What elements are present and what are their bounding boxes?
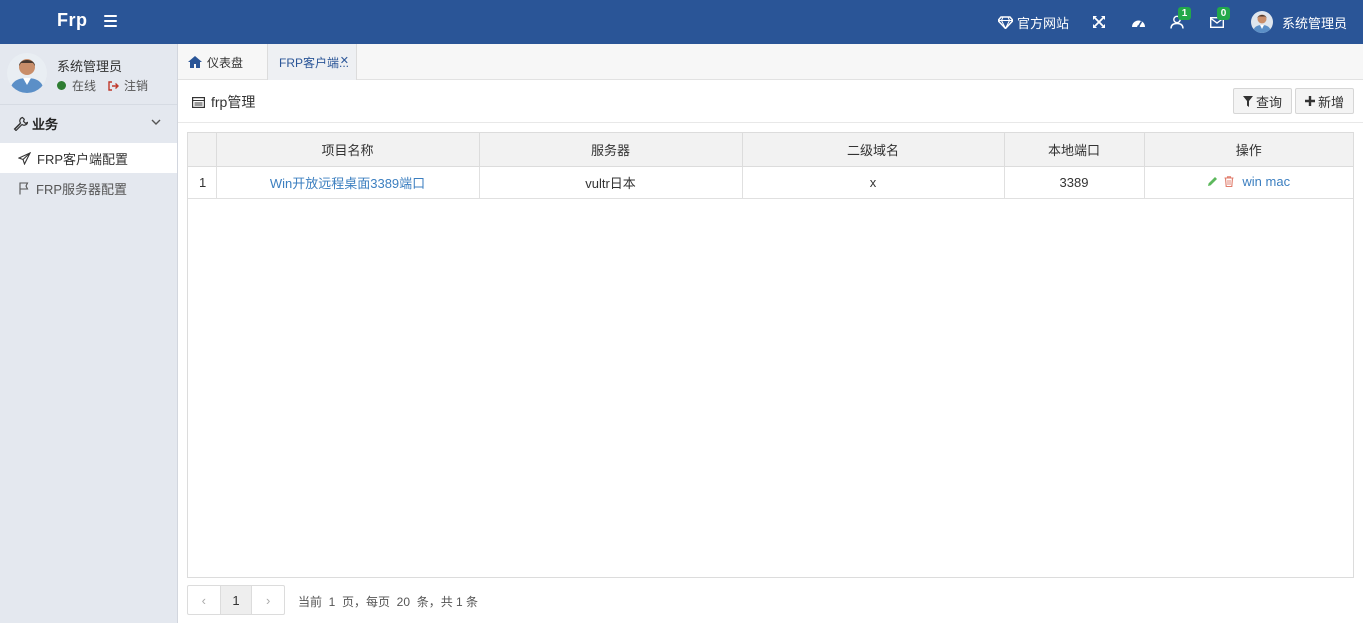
sidebar-item-frp-server[interactable]: FRP服务器配置 — [0, 173, 177, 203]
table-row[interactable]: 1 Win开放远程桌面3389端口 vultr日本 x 3389 win mac — [188, 166, 1353, 199]
tab-bar: 仪表盘 FRP客户端... ✕ — [178, 44, 1363, 80]
official-site-link[interactable]: 官方网站 — [998, 0, 1069, 44]
sidebar-item-label: FRP客户端配置 — [37, 151, 129, 167]
tab-frp-client[interactable]: FRP客户端... ✕ — [267, 44, 357, 80]
menu-toggle-icon[interactable] — [104, 15, 117, 27]
online-status-text: 在线 — [72, 79, 97, 93]
user-status: 在线 注销 — [57, 77, 148, 94]
dashboard-button[interactable] — [1131, 0, 1146, 44]
brand-logo[interactable]: Frp — [57, 10, 88, 31]
home-icon — [188, 56, 202, 68]
user-panel: 系统管理员 在线 注销 — [0, 44, 177, 104]
column-header-local-port[interactable]: 本地端口 — [1004, 133, 1145, 167]
subdomain-cell: x — [742, 166, 1005, 199]
table-header-row: 项目名称 服务器 二级域名 本地端口 操作 — [188, 133, 1353, 167]
fullscreen-button[interactable] — [1093, 0, 1105, 44]
user-menu[interactable]: 系统管理员 — [1251, 0, 1347, 44]
flag-icon — [19, 181, 29, 194]
logout-icon[interactable] — [108, 80, 120, 91]
dashboard-gauge-icon — [1132, 20, 1145, 28]
wrench-icon — [13, 116, 28, 131]
actions-cell: win mac — [1144, 166, 1353, 199]
filter-icon — [1242, 95, 1253, 107]
pagination-info: 当前 1 页，每页 20 条，共 1 条 — [298, 595, 479, 609]
sidebar: 系统管理员 在线 注销 业务 FRP客户端配置 FRP服务器配置 — [0, 44, 178, 623]
chevron-down-icon — [151, 119, 161, 125]
online-status-icon — [57, 81, 66, 90]
fullscreen-icon — [1093, 16, 1105, 28]
column-header-subdomain[interactable]: 二级域名 — [742, 133, 1005, 167]
page-1-button[interactable]: 1 — [219, 586, 253, 614]
row-index: 1 — [188, 166, 217, 199]
sidebar-group-label: 业务 — [32, 117, 59, 132]
query-button[interactable]: 查询 — [1233, 88, 1292, 114]
sidebar-item-frp-client[interactable]: FRP客户端配置 — [0, 143, 177, 173]
server-cell: vultr日本 — [479, 166, 743, 199]
list-icon — [192, 96, 205, 108]
sidebar-user-name: 系统管理员 — [57, 59, 123, 74]
export-config-link[interactable]: win mac — [1242, 174, 1290, 189]
add-button[interactable]: 新增 — [1295, 88, 1354, 114]
tab-dashboard[interactable]: 仪表盘 — [178, 44, 267, 80]
messages-badge: 0 — [1217, 7, 1230, 20]
diamond-icon — [998, 15, 1013, 29]
project-name-cell: Win开放远程桌面3389端口 — [216, 166, 480, 199]
plus-icon — [1304, 96, 1315, 106]
logout-link[interactable]: 注销 — [124, 77, 148, 94]
avatar — [1251, 11, 1273, 33]
column-header-index — [188, 133, 217, 167]
next-page-button[interactable]: › — [252, 586, 284, 614]
local-port-cell: 3389 — [1004, 166, 1145, 199]
column-header-server[interactable]: 服务器 — [479, 133, 743, 167]
content-header: frp管理 查询 新增 — [178, 81, 1363, 123]
avatar — [7, 53, 47, 93]
project-name-link[interactable]: Win开放远程桌面3389端口 — [270, 176, 425, 191]
delete-trash-icon[interactable] — [1224, 176, 1234, 187]
notifications-badge: 1 — [1178, 7, 1191, 20]
top-navbar: Frp 官方网站 1 0 系统管理员 — [0, 0, 1363, 44]
pagination: ‹ 1 › — [187, 585, 285, 615]
column-header-actions: 操作 — [1144, 133, 1353, 167]
prev-page-button[interactable]: ‹ — [188, 586, 220, 614]
data-table: 项目名称 服务器 二级域名 本地端口 操作 1 Win开放远程桌面3389端口 … — [187, 132, 1354, 578]
paper-plane-icon — [18, 151, 31, 165]
edit-pencil-icon[interactable] — [1207, 176, 1218, 187]
close-icon[interactable]: ✕ — [340, 54, 349, 67]
column-header-name[interactable]: 项目名称 — [216, 133, 480, 167]
page-title: frp管理 — [192, 92, 255, 112]
sidebar-item-label: FRP服务器配置 — [36, 181, 128, 197]
sidebar-group-business[interactable]: 业务 — [0, 104, 177, 142]
